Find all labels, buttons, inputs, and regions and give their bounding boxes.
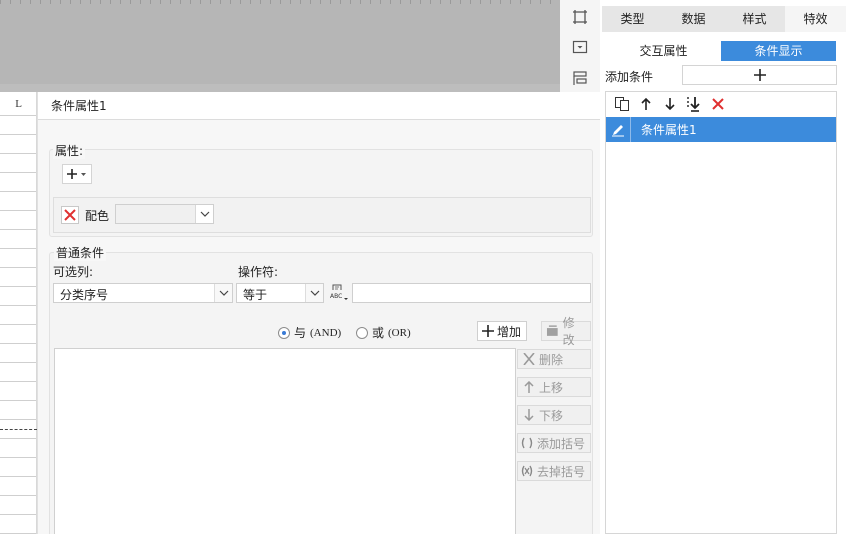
arrow-up-icon [524, 381, 534, 393]
pencil-icon[interactable] [606, 117, 631, 142]
modify-button[interactable]: 修改 [541, 316, 591, 347]
delete-button[interactable]: 删除 [517, 349, 591, 369]
remove-bracket-icon [521, 465, 533, 477]
condition-name: 条件属性1 [641, 123, 697, 137]
condition-panel: 条件属性1 [605, 91, 837, 534]
delete-button-label: 删除 [539, 352, 564, 367]
operator-label: 操作符: [238, 265, 279, 279]
remove-attribute-icon[interactable] [61, 206, 79, 224]
arrow-down-icon [524, 409, 534, 421]
operator-select[interactable]: 等于 [236, 283, 324, 303]
and-tag: (AND) [310, 326, 342, 339]
attributes-legend: 属性: [53, 142, 86, 159]
canvas-scroll-strip [0, 84, 560, 92]
column-select[interactable]: 分类序号 [53, 283, 233, 303]
canvas-ruler [0, 0, 560, 4]
plus-icon [753, 69, 766, 81]
remove-bracket-button-label: 去掉括号 [537, 464, 586, 479]
add-button-label: 增加 [497, 324, 522, 339]
move-up-button[interactable]: 上移 [517, 377, 591, 397]
delete-icon [523, 353, 535, 365]
tab-data[interactable]: 数据 [663, 6, 724, 32]
vertical-toolbar [560, 0, 600, 92]
add-attribute-button[interactable] [62, 164, 92, 184]
subtab-interaction[interactable]: 交互属性 [606, 41, 721, 61]
move-down-button[interactable]: 下移 [517, 405, 591, 425]
remove-bracket-button[interactable]: 去掉括号 [517, 461, 591, 481]
delete-icon[interactable] [710, 96, 726, 112]
panel-tabs: 类型 数据 样式 特效 [602, 6, 846, 32]
color-attribute-row: 配色 [53, 197, 591, 233]
radio-selected-icon [278, 326, 290, 339]
sheet-grid: L [0, 92, 37, 534]
copy-icon[interactable] [614, 96, 630, 112]
sheet-rows[interactable] [0, 116, 36, 534]
and-label: 与 [294, 326, 307, 340]
normal-condition-legend: 普通条件 [54, 244, 107, 261]
dropdown-widget-icon[interactable] [570, 37, 590, 57]
condition-attribute-dialog: 条件属性1 属性: 配色 普通条件 可选列: 操作符: 分类序号 等于 ABC … [37, 92, 600, 534]
chevron-down-icon[interactable] [305, 284, 323, 302]
panel-subtabs: 交互属性 条件显示 [606, 41, 836, 61]
color-scheme-select[interactable] [115, 204, 214, 224]
condition-list[interactable] [54, 348, 516, 534]
value-input[interactable] [352, 283, 591, 303]
column-label: 可选列: [53, 265, 94, 279]
add-condition-label: 添加条件 [605, 70, 654, 84]
add-bracket-button[interactable]: 添加括号 [517, 433, 591, 453]
subtab-condition-display[interactable]: 条件显示 [721, 41, 836, 61]
svg-text:ABC: ABC [330, 293, 342, 300]
design-canvas [0, 0, 560, 92]
value-type-icon[interactable]: ABC [328, 281, 350, 303]
add-condition-button[interactable] [682, 65, 837, 85]
modify-button-label: 修改 [562, 316, 575, 347]
add-bracket-button-label: 添加括号 [537, 436, 586, 451]
column-header[interactable]: L [0, 92, 36, 116]
list-item[interactable]: 条件属性1 [606, 117, 836, 142]
frame-icon[interactable] [570, 7, 590, 27]
plus-icon [482, 325, 494, 337]
tab-type[interactable]: 类型 [602, 6, 663, 32]
bracket-icon [521, 437, 533, 449]
move-bottom-icon[interactable] [686, 96, 702, 112]
condition-toolbar [606, 92, 836, 116]
tab-style[interactable]: 样式 [724, 6, 785, 32]
chevron-down-icon[interactable] [214, 284, 232, 302]
move-down-button-label: 下移 [539, 408, 564, 423]
or-radio[interactable]: 或 (OR) [356, 324, 411, 341]
dialog-title: 条件属性1 [38, 92, 600, 120]
arrow-up-icon[interactable] [638, 96, 654, 112]
arrow-down-icon[interactable] [662, 96, 678, 112]
edit-icon [546, 325, 558, 336]
operator-select-value: 等于 [243, 288, 268, 302]
or-tag: (OR) [388, 326, 411, 339]
and-radio[interactable]: 与 (AND) [278, 324, 341, 341]
color-label: 配色 [85, 209, 110, 223]
add-button[interactable]: 增加 [477, 321, 527, 341]
move-up-button-label: 上移 [539, 380, 564, 395]
radio-unselected-icon [356, 326, 368, 339]
tab-effects[interactable]: 特效 [785, 6, 846, 32]
page-break-line [0, 429, 37, 430]
chevron-down-icon[interactable] [195, 205, 213, 223]
column-select-value: 分类序号 [60, 288, 109, 302]
layout-icon[interactable] [570, 68, 590, 88]
property-panel: 类型 数据 样式 特效 交互属性 条件显示 添加条件 条件属性1 [600, 0, 846, 534]
or-label: 或 [372, 326, 385, 340]
